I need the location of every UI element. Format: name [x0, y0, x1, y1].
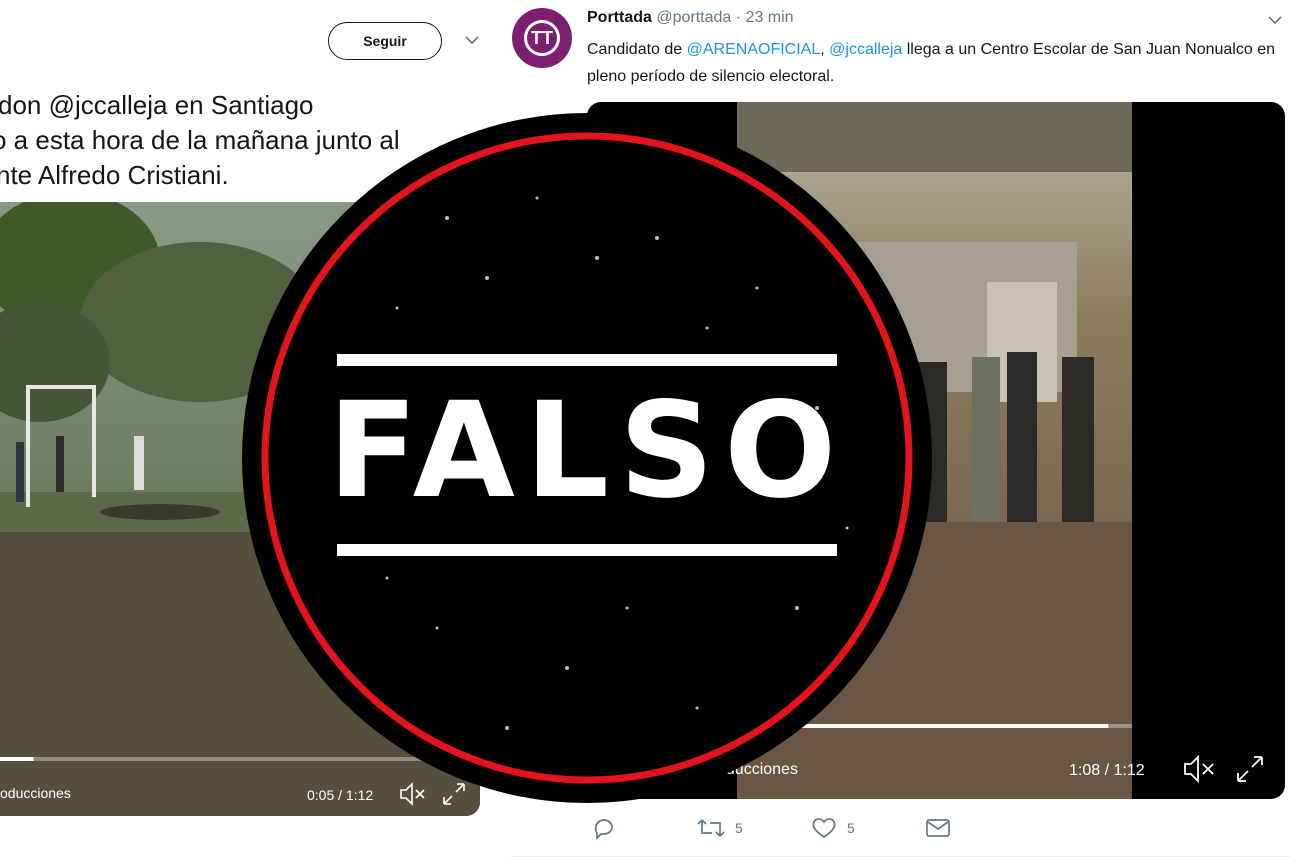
stamp-top-bar: [337, 354, 837, 366]
chevron-down-icon[interactable]: [1265, 12, 1285, 28]
follow-button[interactable]: Seguir: [328, 22, 442, 60]
divider: [510, 856, 1290, 857]
reply-button[interactable]: [592, 816, 626, 840]
falso-stamp: FALSO: [237, 108, 937, 808]
tweet-text-part: ,: [820, 41, 830, 58]
tweet-header: Porttada @porttada · 23 min: [587, 9, 794, 27]
left-video-progress[interactable]: [0, 757, 34, 761]
tweet-timestamp[interactable]: 23 min: [746, 9, 794, 26]
left-video-caption: oducciones: [0, 785, 71, 801]
tweet-text: Candidato de @ARENAOFICIAL, @jccalleja l…: [587, 36, 1287, 90]
reply-icon: [594, 819, 613, 840]
retweet-icon: [697, 819, 725, 837]
tweet-actions: 5 5: [587, 816, 1047, 850]
header-separator: ·: [735, 9, 742, 26]
like-button[interactable]: 5: [811, 816, 855, 840]
message-icon: [926, 819, 950, 837]
retweet-count: 5: [735, 820, 743, 836]
mention-link[interactable]: @jccalleja: [829, 41, 902, 58]
direct-message-button[interactable]: [925, 816, 951, 840]
avatar[interactable]: TT: [512, 8, 572, 68]
avatar-initials: TT: [524, 20, 560, 56]
like-icon: [812, 818, 836, 839]
author-name[interactable]: Porttada: [587, 9, 652, 26]
stamp-bottom-bar: [337, 544, 837, 556]
right-video-timer: 1:08 / 1:12: [1069, 762, 1145, 779]
mute-icon[interactable]: [1181, 752, 1217, 786]
mention-link[interactable]: @ARENAOFICIAL: [687, 41, 821, 58]
like-count: 5: [847, 820, 855, 836]
stamp-label: FALSO: [327, 374, 847, 528]
fullscreen-icon[interactable]: [1233, 752, 1267, 786]
tweet-text-part: Candidato de: [587, 41, 687, 58]
retweet-button[interactable]: 5: [697, 816, 743, 840]
author-handle[interactable]: @porttada: [656, 9, 731, 26]
chevron-down-icon[interactable]: [462, 32, 482, 48]
